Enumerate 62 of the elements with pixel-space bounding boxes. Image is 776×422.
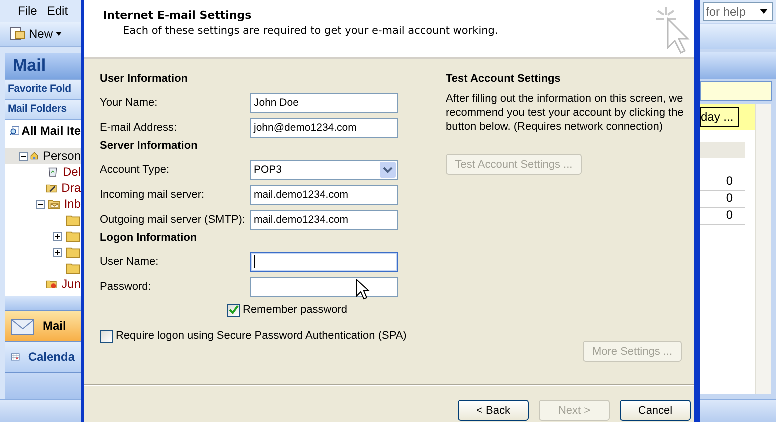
section-heading: User Information: [100, 73, 190, 87]
checkbox[interactable]: [100, 330, 113, 342]
menu-item[interactable]: Edit: [47, 4, 68, 18]
section-heading: Logon Information: [100, 232, 198, 246]
field-label: Incoming mail server:: [100, 188, 206, 200]
folder-item[interactable]: Del: [5, 164, 81, 180]
new-button[interactable]: New: [8, 27, 64, 41]
dialog-subtitle: Each of these settings are required to get your e-mail account working.: [123, 25, 498, 37]
info-bar: [700, 81, 772, 101]
input-field[interactable]: john@demo1234.com: [250, 118, 398, 138]
input-field[interactable]: John Doe: [250, 92, 398, 112]
pane-title: Mail: [5, 53, 81, 79]
expander-icon[interactable]: [36, 200, 45, 208]
scrollbar[interactable]: [755, 104, 771, 394]
folder-item[interactable]: Person: [5, 148, 81, 164]
folder-item[interactable]: Dra: [5, 180, 81, 196]
checkbox[interactable]: [227, 304, 240, 316]
wizard-button[interactable]: Cancel: [620, 400, 691, 421]
section-heading: Server Information: [100, 140, 199, 154]
help-search-field[interactable]: for help: [703, 2, 773, 21]
field-label: Outgoing mail server (SMTP):: [100, 214, 246, 226]
expander-icon[interactable]: [53, 248, 62, 256]
trash-icon: [47, 165, 59, 179]
folder-icon: [66, 213, 81, 227]
expander-icon[interactable]: [53, 232, 62, 240]
caret-icon: [760, 9, 768, 14]
reading-pane-button[interactable]: day ...: [700, 107, 739, 127]
count-cell: 0: [700, 191, 745, 208]
input-field[interactable]: mail.demo1234.com: [250, 184, 398, 204]
description-text: After filling out the information on this screen, we recommend you test your account by clicking the button below. (Requires network connection): [446, 92, 685, 134]
field-label: User Name:: [100, 256, 160, 268]
checkbox-label: Require logon using Secure Password Authentication (SPA): [116, 330, 407, 342]
mouse-pointer-icon: [356, 279, 370, 301]
pane-section[interactable]: Mail Folders: [5, 99, 81, 119]
caret-icon: [56, 32, 62, 36]
expander-icon[interactable]: [19, 152, 28, 160]
pane-section[interactable]: Favorite Fold: [5, 79, 81, 99]
section-heading: Test Account Settings: [446, 73, 562, 87]
input-field[interactable]: [250, 252, 398, 272]
wizard-button[interactable]: < Back: [458, 400, 529, 421]
new-mail-icon: [10, 27, 26, 41]
input-field[interactable]: mail.demo1234.com: [250, 210, 398, 230]
account-type-dropdown[interactable]: POP3: [250, 160, 398, 180]
count-cell: 0: [700, 174, 745, 191]
field-label: E-mail Address:: [100, 122, 178, 134]
checkbox-label: Remember password: [243, 304, 348, 316]
count-cell: 0: [700, 208, 745, 225]
folder-icon: [66, 229, 81, 243]
nav-button[interactable]: Mail: [5, 310, 81, 341]
folder-item[interactable]: Inb: [5, 196, 81, 212]
field-label: Your Name:: [100, 96, 159, 108]
dialog-title: Internet E-mail Settings: [103, 9, 253, 22]
field-label: Account Type:: [100, 164, 171, 176]
nav-button[interactable]: Calenda: [5, 341, 81, 372]
cursor-sparkle-icon: [654, 5, 690, 55]
folder-icon: [66, 245, 81, 259]
menu-item[interactable]: File: [18, 4, 38, 18]
all-mail-items[interactable]: All Mail Ite: [5, 119, 81, 142]
field-label: Password:: [100, 280, 152, 292]
folder-icon: [66, 261, 81, 275]
input-field[interactable]: [250, 276, 398, 296]
folder-item[interactable]: Jun: [5, 276, 81, 292]
